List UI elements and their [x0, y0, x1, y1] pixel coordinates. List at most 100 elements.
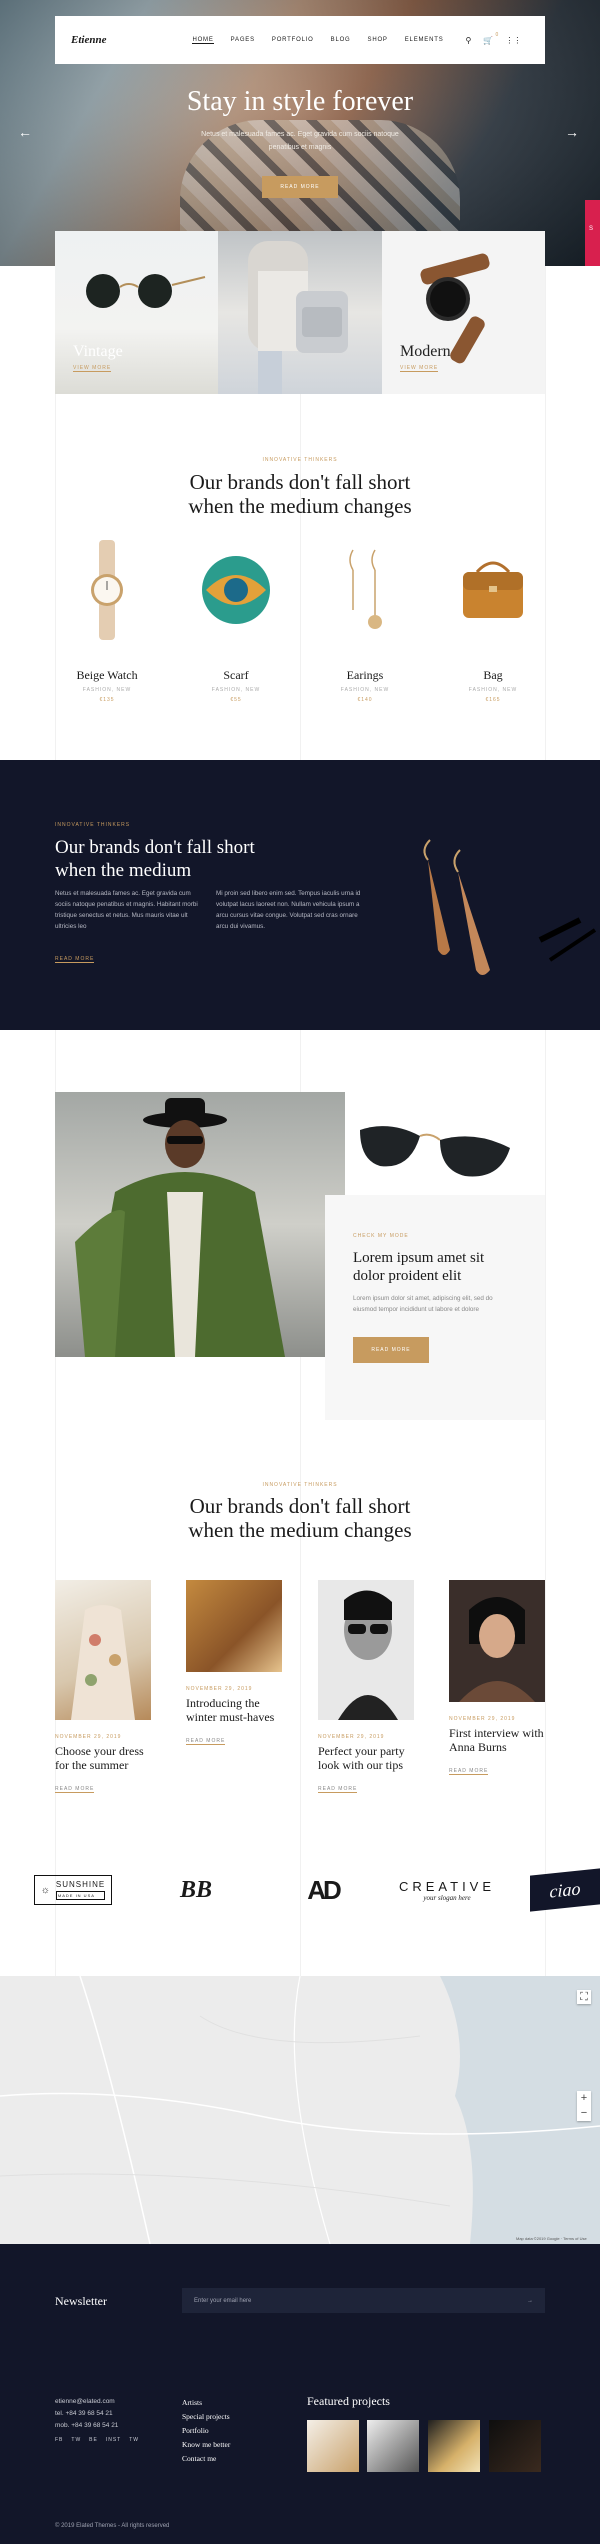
post-title[interactable]: Choose your dress for the summer: [55, 1744, 151, 1772]
cart-icon[interactable]: 🛒 0: [483, 32, 498, 45]
product-item[interactable]: Earings FASHION, NEW €140: [310, 540, 420, 703]
menu-item-home[interactable]: HOME: [192, 37, 214, 44]
post-date: NOVEMBER 29, 2019: [449, 1716, 516, 1722]
contact-mobile[interactable]: mob. +84 39 68 54 21: [55, 2420, 139, 2432]
map-tiles: [0, 1976, 600, 2244]
side-badge[interactable]: S: [585, 200, 600, 266]
logo-subtext: your slogan here: [423, 1893, 471, 1902]
promo-read-more-button[interactable]: READ MORE: [353, 1337, 429, 1363]
footer-links: Artists Special projects Portfolio Know …: [182, 2396, 230, 2466]
footer-link-know-me-better[interactable]: Know me better: [182, 2438, 230, 2452]
card-view-more-link[interactable]: VIEW MORE: [73, 365, 112, 372]
post-image[interactable]: [55, 1580, 151, 1720]
post-title[interactable]: First interview with Anna Burns: [449, 1726, 545, 1754]
slider-prev-icon[interactable]: ←: [18, 124, 32, 140]
read-more-link[interactable]: READ MORE: [55, 956, 95, 963]
post-read-more-link[interactable]: READ MORE: [449, 1768, 489, 1775]
project-thumbnail[interactable]: [307, 2420, 359, 2472]
menu-item-blog[interactable]: BLOG: [331, 37, 351, 44]
footer-link-portfolio[interactable]: Portfolio: [182, 2424, 230, 2438]
product-image: [181, 540, 291, 640]
fullscreen-icon[interactable]: ⛶: [577, 1990, 591, 2004]
section-kicker: INNOVATIVE THINKERS: [262, 1482, 338, 1488]
footer-link-contact-me[interactable]: Contact me: [182, 2452, 230, 2466]
contact-phone[interactable]: tel. +84 39 68 54 21: [55, 2408, 139, 2420]
newsletter-email-input[interactable]: Enter your email here →: [182, 2288, 545, 2313]
main-menu: HOME PAGES PORTFOLIO BLOG SHOP ELEMENTS: [192, 37, 443, 44]
section-title-line: when the medium changes: [188, 1518, 412, 1542]
logo-text: CREATIVE: [398, 1878, 496, 1894]
logo-subtext: MADE IN USA: [55, 1891, 106, 1900]
client-logo-creative[interactable]: CREATIVE your slogan here: [384, 1870, 510, 1910]
menu-item-shop[interactable]: SHOP: [368, 37, 388, 44]
promo-title-line: Lorem ipsum amet sit: [353, 1250, 485, 1266]
search-icon[interactable]: ⚲: [466, 36, 472, 45]
footer-link-special-projects[interactable]: Special projects: [182, 2410, 230, 2424]
product-item[interactable]: Beige Watch FASHION, NEW €135: [52, 540, 162, 703]
social-instagram-link[interactable]: INST: [106, 2434, 121, 2446]
newsletter-title: Newsletter: [55, 2294, 107, 2308]
card-view-more-link[interactable]: VIEW MORE: [400, 365, 439, 372]
bag-image: [463, 561, 523, 618]
post-date: NOVEMBER 29, 2019: [55, 1734, 122, 1740]
category-card-backpack[interactable]: [218, 231, 382, 394]
section-title-line: Our brands don't fall short: [55, 837, 255, 858]
blog-post-card[interactable]: NOVEMBER 29, 2019 Choose your dress for …: [55, 1580, 151, 1795]
sun-icon: ☼: [40, 1884, 50, 1896]
section-kicker: INNOVATIVE THINKERS: [262, 457, 338, 463]
menu-item-elements[interactable]: ELEMENTS: [405, 37, 444, 44]
logo-text: ciao: [549, 1877, 581, 1902]
post-title[interactable]: Perfect your party look with our tips: [318, 1744, 414, 1772]
client-logo-ad[interactable]: AD: [296, 1870, 350, 1910]
post-read-more-link[interactable]: READ MORE: [55, 1786, 95, 1793]
hero-title: Stay in style forever: [186, 86, 414, 117]
social-behance-link[interactable]: BE: [89, 2434, 98, 2446]
footer-link-artists[interactable]: Artists: [182, 2396, 230, 2410]
product-name: Scarf: [223, 668, 249, 682]
post-read-more-link[interactable]: READ MORE: [318, 1786, 358, 1793]
menu-item-pages[interactable]: PAGES: [231, 37, 255, 44]
text-column: Mi proin sed libero enim sed. Tempus iac…: [216, 890, 361, 930]
menu-grid-icon[interactable]: ⋮⋮: [505, 36, 521, 45]
post-title[interactable]: Introducing the winter must-haves: [186, 1696, 282, 1724]
social-twitter-link[interactable]: TW: [71, 2434, 81, 2446]
product-item[interactable]: Bag FASHION, NEW €165: [438, 540, 548, 703]
client-logo-sunshine[interactable]: ☼ SUNSHINE MADE IN USA: [26, 1870, 120, 1910]
slider-next-icon[interactable]: →: [565, 124, 579, 140]
category-card-modern[interactable]: Modern VIEW MORE: [382, 231, 545, 394]
category-card-vintage[interactable]: Vintage VIEW MORE: [55, 231, 218, 394]
product-item[interactable]: Scarf FASHION, NEW €55: [181, 540, 291, 703]
zoom-out-button[interactable]: −: [577, 2106, 591, 2121]
hero-read-more-button[interactable]: READ MORE: [262, 176, 338, 198]
project-thumbnail[interactable]: [428, 2420, 480, 2472]
menu-item-portfolio[interactable]: PORTFOLIO: [272, 37, 314, 44]
dark-feature-section: INNOVATIVE THINKERS Our brands don't fal…: [0, 760, 600, 1030]
zoom-in-button[interactable]: +: [577, 2091, 591, 2106]
woman-portrait-image: [459, 1597, 535, 1702]
post-read-more-link[interactable]: READ MORE: [186, 1738, 226, 1745]
backpack-image: [248, 241, 348, 394]
scarf-image: [202, 556, 270, 624]
project-thumbnail[interactable]: [489, 2420, 541, 2472]
blog-post-card[interactable]: NOVEMBER 29, 2019 Perfect your party loo…: [318, 1580, 414, 1795]
arrow-right-icon[interactable]: →: [527, 2298, 533, 2304]
post-image[interactable]: [449, 1580, 545, 1702]
client-logo-ciao[interactable]: ciao: [530, 1868, 600, 1912]
site-logo[interactable]: Etienne: [71, 34, 106, 46]
contact-email[interactable]: etienne@elated.com: [55, 2396, 139, 2408]
product-name: Beige Watch: [76, 668, 138, 682]
post-image[interactable]: [318, 1580, 414, 1720]
copyright: © 2019 Elated Themes - All rights reserv…: [55, 2523, 170, 2529]
project-thumbnail[interactable]: [367, 2420, 419, 2472]
post-image[interactable]: [186, 1580, 282, 1672]
location-map[interactable]: ⛶ + − Map data ©2019 Google · Terms of U…: [0, 1976, 600, 2244]
promo-text: Lorem ipsum dolor sit amet, adipiscing e…: [353, 1295, 493, 1313]
client-logo-bb[interactable]: BB: [176, 1870, 216, 1910]
section-title-line: Our brands don't fall short: [189, 1494, 411, 1518]
featured-promo-card: CHECK MY MODE Lorem ipsum amet sit dolor…: [325, 1195, 545, 1420]
post-date: NOVEMBER 29, 2019: [186, 1686, 253, 1692]
social-twitter-link[interactable]: TW: [129, 2434, 139, 2446]
blog-post-card[interactable]: NOVEMBER 29, 2019 First interview with A…: [449, 1580, 545, 1777]
blog-post-card[interactable]: NOVEMBER 29, 2019 Introducing the winter…: [186, 1580, 282, 1747]
social-facebook-link[interactable]: FB: [55, 2434, 63, 2446]
